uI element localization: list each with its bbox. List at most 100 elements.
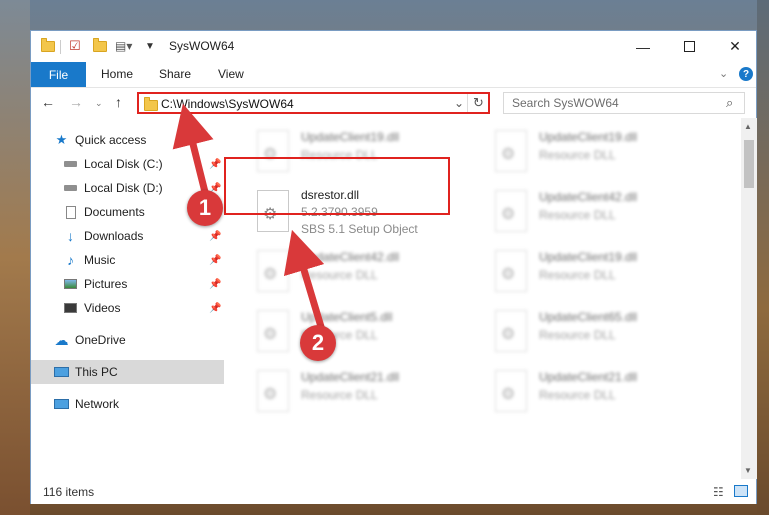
dll-file-icon — [257, 310, 289, 352]
star-icon: ★ — [55, 132, 68, 147]
video-icon — [63, 302, 78, 315]
nav-item-this-pc[interactable]: This PC — [31, 360, 224, 384]
details-view-icon[interactable]: ☷ — [713, 485, 724, 499]
computer-icon — [54, 366, 69, 379]
network-icon — [54, 398, 69, 411]
status-bar: 116 items ☷ — [31, 479, 756, 504]
nav-item-label: This PC — [75, 365, 118, 379]
file-description: Resource DLL — [539, 268, 616, 282]
nav-item-downloads[interactable]: ↓ Downloads 📌 — [31, 224, 224, 248]
folder-icon — [41, 37, 55, 54]
search-input[interactable]: Search SysWOW64 ⌕ — [503, 92, 745, 114]
music-icon: ♪ — [67, 252, 74, 268]
nav-item-local-disk-c[interactable]: Local Disk (C:) 📌 — [31, 152, 224, 176]
forward-button[interactable]: → — [69, 94, 83, 110]
file-item[interactable]: UpdateClient19.dll Resource DLL — [489, 244, 719, 300]
drive-icon — [63, 182, 78, 195]
nav-item-label: Music — [84, 253, 116, 267]
step-badge-1: 1 — [187, 190, 223, 226]
file-description: Resource DLL — [539, 208, 616, 222]
file-item[interactable]: UpdateClient19.dll Resource DLL — [489, 124, 719, 180]
dll-file-icon — [495, 130, 527, 172]
file-name: UpdateClient5.dll — [301, 310, 393, 324]
scrollbar-thumb[interactable] — [744, 140, 754, 188]
help-icon[interactable]: ? — [739, 67, 753, 81]
scroll-down-icon[interactable]: ▼ — [744, 466, 752, 475]
toolbar-divider — [60, 40, 61, 54]
nav-item-network[interactable]: Network — [31, 392, 224, 416]
search-placeholder: Search SysWOW64 — [512, 96, 619, 110]
tab-view[interactable]: View — [218, 67, 244, 81]
maximize-button[interactable] — [666, 31, 712, 62]
file-name: UpdateClient19.dll — [539, 250, 638, 264]
step-badge-2: 2 — [300, 325, 336, 361]
pin-icon[interactable]: 📌 — [209, 159, 221, 170]
recent-locations-button[interactable]: ⌄ — [95, 98, 103, 109]
cloud-icon: ☁ — [54, 331, 69, 348]
title-bar: ☑ ▤▾ ▼ SysWOW64 — ✕ — [31, 31, 756, 62]
download-icon: ↓ — [67, 228, 74, 244]
file-description: Resource DLL — [301, 268, 378, 282]
nav-item-onedrive[interactable]: ☁ OneDrive — [31, 328, 224, 352]
nav-item-pictures[interactable]: Pictures 📌 — [31, 272, 224, 296]
vertical-scrollbar[interactable]: ▲ ▼ — [741, 118, 757, 479]
nav-item-music[interactable]: ♪ Music 📌 — [31, 248, 224, 272]
pin-icon[interactable]: 📌 — [209, 231, 221, 242]
dll-file-icon — [495, 310, 527, 352]
drive-icon — [63, 158, 78, 171]
desktop-background-right — [757, 0, 769, 515]
nav-item-label: Videos — [84, 301, 121, 315]
dll-file-icon — [495, 370, 527, 412]
scroll-up-icon[interactable]: ▲ — [744, 122, 752, 131]
chevron-down-icon: ⌄ — [95, 98, 103, 108]
expand-ribbon-icon[interactable]: ⌄ — [719, 67, 728, 80]
large-icons-view-icon[interactable] — [734, 485, 748, 497]
back-arrow-icon: ← — [41, 94, 55, 110]
pin-icon[interactable]: 📌 — [209, 279, 221, 290]
quick-access-dropdown-icon[interactable]: ▼ — [145, 38, 155, 54]
file-item[interactable]: UpdateClient65.dll Resource DLL — [489, 304, 719, 360]
new-folder-icon[interactable] — [93, 37, 107, 54]
nav-item-label: OneDrive — [75, 333, 126, 347]
navigation-bar: ← → ⌄ ↑ C:\Windows\SysWOW64 ⌄ ↻ Search S… — [31, 88, 756, 118]
nav-item-label: Local Disk (D:) — [84, 181, 163, 195]
file-name: UpdateClient21.dll — [301, 370, 400, 384]
customize-toolbar-icon[interactable]: ▤▾ — [115, 38, 132, 54]
file-item[interactable]: UpdateClient5.dll Resource DLL — [251, 304, 481, 360]
navigation-pane: ★ Quick access Local Disk (C:) 📌 Local D… — [31, 124, 227, 479]
file-name: UpdateClient19.dll — [539, 130, 638, 144]
file-item[interactable]: UpdateClient42.dll Resource DLL — [251, 244, 481, 300]
nav-item-label: Local Disk (C:) — [84, 157, 163, 171]
back-button[interactable]: ← — [41, 94, 55, 110]
file-item[interactable]: UpdateClient21.dll Resource DLL — [251, 364, 481, 420]
minimize-button[interactable]: — — [620, 31, 666, 62]
close-button[interactable]: ✕ — [712, 31, 758, 62]
tab-file[interactable]: File — [31, 62, 86, 87]
file-item[interactable]: UpdateClient42.dll Resource DLL — [489, 184, 719, 240]
dll-file-icon — [257, 250, 289, 292]
forward-arrow-icon: → — [69, 94, 83, 110]
file-explorer-window: ☑ ▤▾ ▼ SysWOW64 — ✕ File Home Share View… — [30, 30, 757, 504]
nav-item-quick-access[interactable]: ★ Quick access — [31, 128, 224, 152]
ribbon: File Home Share View ⌄ ? — [31, 62, 756, 88]
nav-item-videos[interactable]: Videos 📌 — [31, 296, 224, 320]
folder-icon — [144, 97, 158, 114]
tab-home[interactable]: Home — [101, 67, 133, 81]
file-name: UpdateClient19.dll — [301, 130, 400, 144]
refresh-icon[interactable]: ↻ — [473, 95, 484, 111]
address-dropdown-icon[interactable]: ⌄ — [454, 96, 464, 110]
pin-icon[interactable]: 📌 — [209, 303, 221, 314]
address-bar[interactable]: C:\Windows\SysWOW64 ⌄ ↻ — [137, 92, 490, 114]
close-icon: ✕ — [729, 38, 741, 54]
nav-item-label: Downloads — [84, 229, 144, 243]
tab-share[interactable]: Share — [159, 67, 191, 81]
up-button[interactable]: ↑ — [115, 94, 122, 110]
address-path: C:\Windows\SysWOW64 — [161, 97, 294, 111]
search-icon[interactable]: ⌕ — [726, 95, 733, 111]
properties-icon[interactable]: ☑ — [69, 38, 81, 54]
file-name: UpdateClient42.dll — [539, 190, 638, 204]
address-divider — [467, 94, 468, 112]
file-description: Resource DLL — [539, 328, 616, 342]
pin-icon[interactable]: 📌 — [209, 255, 221, 266]
file-item[interactable]: UpdateClient21.dll Resource DLL — [489, 364, 719, 420]
